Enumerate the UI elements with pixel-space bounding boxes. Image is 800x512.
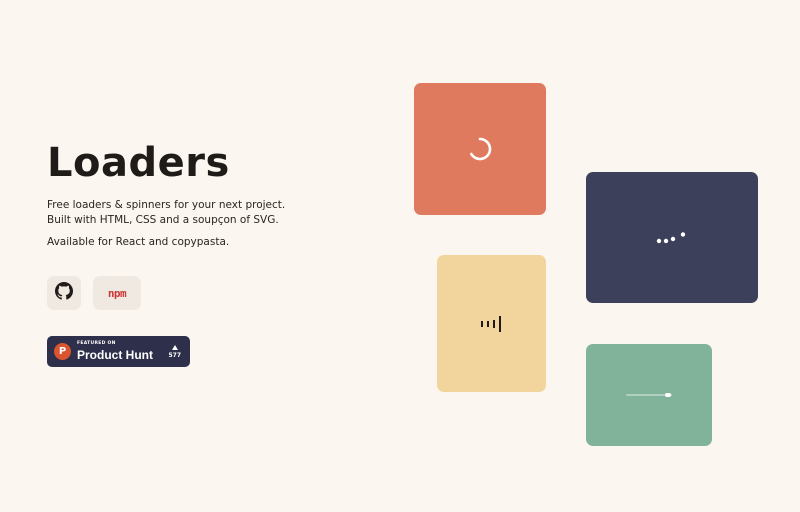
vote-counter: 577 [168,344,181,359]
product-hunt-badge[interactable]: P FEATURED ON Product Hunt 577 [47,336,190,367]
loader-card-progress-line[interactable] [586,344,712,446]
availability-text: Available for React and copypasta. [47,236,230,248]
ring-spinner-icon [470,137,492,161]
loader-card-bouncing-dots[interactable] [586,172,758,303]
github-link-button[interactable] [47,276,81,310]
description-line-2: Built with HTML, CSS and a soupçon of SV… [47,214,279,226]
progress-line-icon [626,393,672,397]
github-icon [55,282,73,304]
page: Loaders Free loaders & spinners for your… [0,0,800,512]
description: Free loaders & spinners for your next pr… [47,198,285,228]
upvote-triangle-icon [171,344,178,350]
vote-count: 577 [168,351,181,359]
npm-link-button[interactable]: npm [93,276,141,310]
featured-on-label: FEATURED ON [77,341,116,347]
bars-pulse-icon [480,315,501,332]
npm-logo: npm [107,286,127,300]
loader-card-ring-spinner[interactable] [414,83,546,215]
product-hunt-logo-icon: P [54,343,71,360]
page-title: Loaders [47,140,230,186]
product-hunt-text: FEATURED ON Product Hunt [77,342,153,361]
bouncing-dots-icon [656,231,686,243]
description-line-1: Free loaders & spinners for your next pr… [47,199,286,211]
product-hunt-name: Product Hunt [77,347,153,362]
loader-card-bars-pulse[interactable] [437,255,546,392]
